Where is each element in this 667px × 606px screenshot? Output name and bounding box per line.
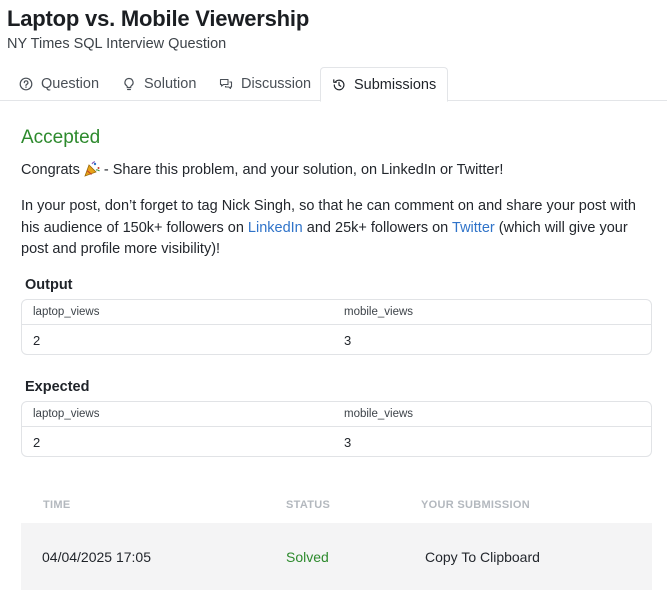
- twitter-link[interactable]: Twitter: [452, 220, 495, 236]
- question-circle-icon: [19, 77, 33, 91]
- submissions-header-submission: YOUR SUBMISSION: [421, 499, 531, 511]
- output-table: laptop_views mobile_views 2 3: [21, 299, 652, 355]
- column-header: laptop_views: [33, 408, 100, 420]
- tab-submissions[interactable]: Submissions: [320, 67, 449, 102]
- table-cell: 3: [344, 332, 352, 348]
- table-cell: 2: [33, 332, 41, 348]
- copy-to-clipboard-button[interactable]: Copy To Clipboard: [425, 523, 540, 590]
- table-row: 2 3: [22, 427, 651, 457]
- expected-table: laptop_views mobile_views 2 3: [21, 401, 652, 457]
- expected-label: Expected: [25, 379, 90, 395]
- lightbulb-icon: [122, 77, 136, 91]
- column-header: mobile_views: [344, 408, 414, 420]
- submission-status: Solved: [286, 548, 329, 565]
- output-table-header: laptop_views mobile_views: [22, 300, 651, 325]
- tab-bar: Question Solution Discussion Submissions: [0, 67, 667, 102]
- congrats-prefix: Congrats: [21, 162, 80, 178]
- problem-title: Laptop vs. Mobile Viewership: [7, 6, 310, 31]
- tab-solution-label: Solution: [144, 76, 197, 92]
- output-label: Output: [25, 277, 73, 293]
- column-header: mobile_views: [344, 306, 414, 318]
- party-popper-icon: [83, 161, 101, 177]
- accepted-status: Accepted: [21, 127, 101, 148]
- expected-table-header: laptop_views mobile_views: [22, 402, 651, 427]
- tab-question-label: Question: [41, 76, 100, 92]
- chat-bubbles-icon: [219, 77, 233, 91]
- column-header: laptop_views: [33, 306, 100, 318]
- tab-submissions-label: Submissions: [354, 76, 437, 93]
- congrats-suffix: - Share this problem, and your solution,…: [103, 162, 504, 178]
- table-cell: 2: [33, 434, 41, 450]
- share-text-part2: and 25k+ followers on: [306, 219, 449, 236]
- submissions-header-time: TIME: [43, 499, 71, 511]
- share-text: In your post, don’t forget to tag Nick S…: [21, 196, 651, 261]
- tab-discussion-label: Discussion: [241, 76, 312, 92]
- tab-discussion[interactable]: Discussion: [219, 67, 311, 101]
- problem-subtitle: NY Times SQL Interview Question: [7, 36, 227, 52]
- table-cell: 3: [344, 434, 352, 450]
- tab-question[interactable]: Question: [19, 67, 99, 101]
- submissions-header-status: STATUS: [286, 499, 331, 511]
- submission-time: 04/04/2025 17:05: [42, 548, 151, 565]
- table-row: 2 3: [22, 325, 651, 355]
- tab-solution[interactable]: Solution: [122, 67, 196, 101]
- submission-row: 04/04/2025 17:05 Solved Copy To Clipboar…: [21, 523, 652, 590]
- history-icon: [332, 78, 346, 92]
- linkedin-link[interactable]: LinkedIn: [248, 220, 303, 236]
- congrats-text: Congrats - Share this problem, and your s…: [21, 160, 651, 182]
